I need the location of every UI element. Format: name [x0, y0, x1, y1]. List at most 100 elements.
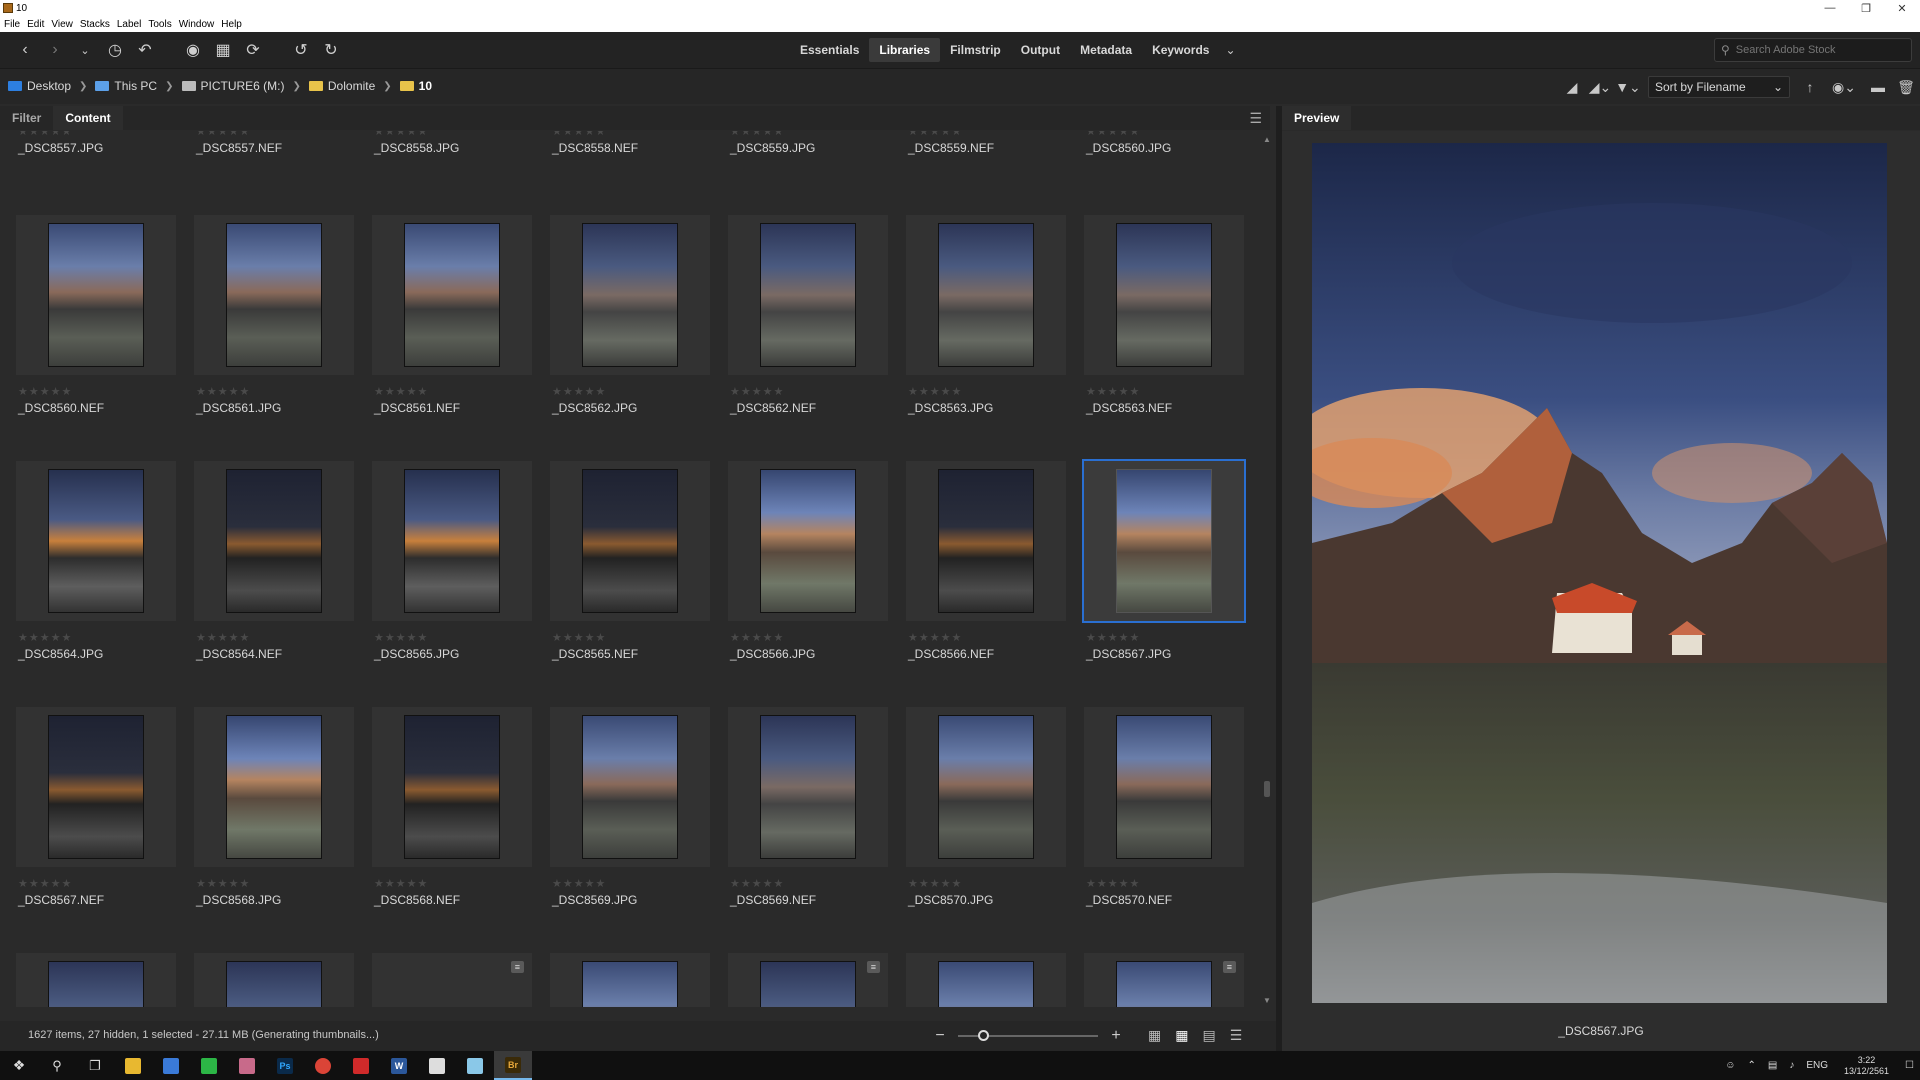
rating-stars[interactable]: ★★★★★ [18, 131, 176, 139]
workspace-output[interactable]: Output [1011, 38, 1070, 62]
rotate-left-icon[interactable]: ↺ [288, 37, 314, 63]
thumbnail-cell[interactable]: ★★★★★ _DSC8561.NEF [372, 215, 532, 415]
thumbnail-cell[interactable]: ★★★★★ _DSC8569.NEF [728, 707, 888, 907]
grid-lock-icon[interactable]: ▦ [1148, 1027, 1161, 1044]
thumbnail-image[interactable] [48, 223, 144, 367]
recent-history-icon[interactable]: ◷ [102, 37, 128, 63]
thumbnail-image[interactable] [938, 715, 1034, 859]
language-indicator[interactable]: ENG [1806, 1060, 1828, 1071]
rating-stars[interactable]: ★★★★★ [908, 385, 1066, 399]
thumbnail-cell[interactable]: ★★★★★ _DSC8569.JPG [550, 707, 710, 907]
notifications-icon[interactable]: ☐ [1905, 1060, 1914, 1071]
thumbnail-cell[interactable]: ★★★★★ _DSC8565.NEF [550, 461, 710, 661]
task-view-button[interactable]: ❐ [76, 1051, 114, 1080]
thumbnail-image[interactable] [404, 469, 500, 613]
thumbnail-image[interactable] [582, 469, 678, 613]
minimize-icon[interactable]: — [1812, 0, 1848, 16]
thumbnail-image[interactable] [48, 715, 144, 859]
thumbnail-cell[interactable]: ≡ [728, 953, 888, 1007]
taskbar-store[interactable] [152, 1051, 190, 1080]
taskbar-line[interactable] [190, 1051, 228, 1080]
taskbar-app[interactable] [456, 1051, 494, 1080]
taskbar-photos[interactable] [418, 1051, 456, 1080]
start-button[interactable]: ❖ [0, 1051, 38, 1080]
rating-stars[interactable]: ★★★★★ [908, 631, 1066, 645]
thumbnail-card[interactable] [906, 215, 1066, 375]
menu-item-label[interactable]: Label [117, 19, 141, 30]
rating-stars[interactable]: ★★★★★ [18, 385, 176, 399]
thumbnail-card[interactable] [906, 953, 1066, 1007]
thumbnail-cell[interactable] [16, 953, 176, 1007]
thumbnail-card[interactable] [194, 707, 354, 867]
thumbnail-card[interactable] [1082, 459, 1246, 623]
thumbnail-card[interactable] [906, 461, 1066, 621]
breadcrumb-separator-icon[interactable]: ❯ [79, 81, 87, 92]
camera-import-icon[interactable]: ◉ [180, 37, 206, 63]
thumbnail-cell[interactable]: ≡ [1084, 953, 1244, 1007]
workspace-libraries[interactable]: Libraries [869, 38, 941, 62]
thumbnail-card[interactable] [16, 707, 176, 867]
rating-stars[interactable]: ★★★★★ [552, 877, 710, 891]
rating-stars[interactable]: ★★★★★ [730, 631, 888, 645]
thumbnail-card[interactable] [372, 461, 532, 621]
thumbnail-cell[interactable]: ★★★★★ _DSC8570.NEF [1084, 707, 1244, 907]
thumbnail-cell[interactable]: ★★★★★ _DSC8564.JPG [16, 461, 176, 661]
thumbnail-cell[interactable]: ★★★★★ _DSC8561.JPG [194, 215, 354, 415]
people-icon[interactable]: ☺ [1725, 1060, 1735, 1071]
workspace-metadata[interactable]: Metadata [1070, 38, 1142, 62]
forward-arrow-icon[interactable]: › [42, 37, 68, 63]
thumbnail-cell[interactable]: ★★★★★ _DSC8562.NEF [728, 215, 888, 415]
zoom-out-icon[interactable]: − [930, 1027, 950, 1045]
thumbnail-image[interactable] [1116, 961, 1212, 1007]
thumbnail-cell[interactable]: ★★★★★ _DSC8560.JPG [1084, 131, 1244, 155]
restore-icon[interactable]: ❐ [1848, 0, 1884, 16]
thumbnail-cell[interactable]: ★★★★★ _DSC8566.NEF [906, 461, 1066, 661]
rating-stars[interactable]: ★★★★★ [552, 631, 710, 645]
new-folder-icon[interactable]: ▬ [1864, 79, 1892, 95]
taskbar-explorer[interactable] [114, 1051, 152, 1080]
panel-menu-icon[interactable]: ☰ [1249, 110, 1262, 127]
thumbnail-image[interactable] [1116, 223, 1212, 367]
thumbnail-image[interactable] [938, 223, 1034, 367]
thumbnail-card[interactable] [16, 215, 176, 375]
stock-search-box[interactable]: ⚲ [1714, 38, 1912, 62]
thumbnail-cell[interactable]: ★★★★★ _DSC8559.JPG [728, 131, 888, 155]
rating-stars[interactable]: ★★★★★ [374, 877, 532, 891]
preview-tab[interactable]: Preview [1282, 106, 1352, 130]
thumbnail-card[interactable] [16, 461, 176, 621]
network-icon[interactable]: ▤ [1768, 1060, 1777, 1071]
rating-stars[interactable]: ★★★★★ [196, 631, 354, 645]
thumbnail-image[interactable] [938, 961, 1034, 1007]
thumbnail-image[interactable] [226, 715, 322, 859]
thumbnail-cell[interactable]: ★★★★★ _DSC8566.JPG [728, 461, 888, 661]
sync-icon[interactable]: ⟳ [240, 37, 266, 63]
thumbnail-image[interactable] [404, 223, 500, 367]
rating-stars[interactable]: ★★★★★ [374, 385, 532, 399]
rotate-right-icon[interactable]: ↻ [318, 37, 344, 63]
back-arrow-icon[interactable]: ‹ [12, 37, 38, 63]
rating-stars[interactable]: ★★★★★ [196, 131, 354, 139]
thumbnail-card[interactable] [372, 215, 532, 375]
rating-stars[interactable]: ★★★★★ [196, 385, 354, 399]
thumbnail-image[interactable] [48, 961, 144, 1007]
thumbnail-cell[interactable]: ★★★★★ _DSC8568.JPG [194, 707, 354, 907]
scroll-thumb[interactable] [1264, 781, 1270, 797]
thumbnail-cell[interactable] [194, 953, 354, 1007]
thumbnail-cell[interactable] [906, 953, 1066, 1007]
clock[interactable]: 3:22 13/12/2561 [1844, 1055, 1889, 1077]
thumbnail-cell[interactable]: ★★★★★ _DSC8563.NEF [1084, 215, 1244, 415]
breadcrumb-item[interactable]: This PC ❯ [95, 79, 181, 93]
taskbar-chrome[interactable] [304, 1051, 342, 1080]
thumbnail-image[interactable] [760, 961, 856, 1007]
boomerang-icon[interactable]: ↶ [132, 37, 158, 63]
taskbar-search[interactable]: ⚲ [38, 1051, 76, 1080]
rating-stars[interactable]: ★★★★★ [552, 385, 710, 399]
scroll-up-icon[interactable]: ▲ [1263, 135, 1271, 144]
rating-stars[interactable]: ★★★★★ [1086, 385, 1244, 399]
tray-chevron-icon[interactable]: ⌃ [1747, 1060, 1755, 1071]
thumbnail-card[interactable] [372, 707, 532, 867]
thumbnail-image[interactable] [938, 469, 1034, 613]
preview-image[interactable] [1312, 143, 1887, 1003]
rating-stars[interactable]: ★★★★★ [908, 131, 1066, 139]
thumbnail-view-icon[interactable]: ▦ [1175, 1027, 1188, 1044]
